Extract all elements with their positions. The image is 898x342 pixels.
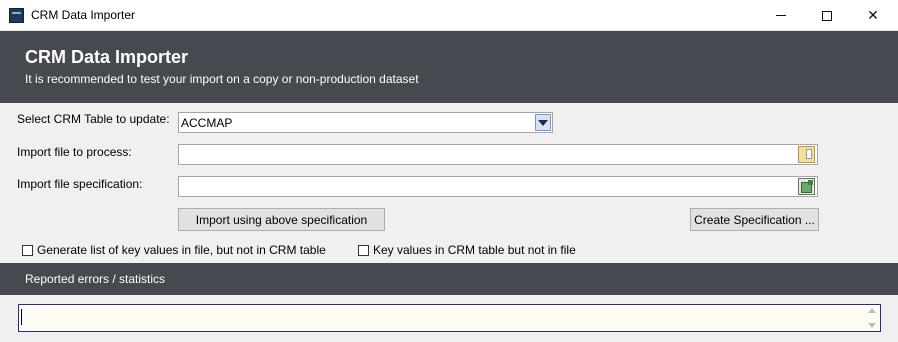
key-values-in-file-checkbox[interactable]: Generate list of key values in file, but… xyxy=(22,243,326,257)
minimize-icon xyxy=(776,15,786,16)
chevron-down-icon[interactable] xyxy=(535,114,551,131)
table-select-value: ACCMAP xyxy=(181,116,233,130)
title-bar: CRM Data Importer ✕ xyxy=(0,0,898,31)
maximize-icon xyxy=(822,10,832,21)
create-specification-button[interactable]: Create Specification ... xyxy=(690,208,819,231)
import-file-label: Import file to process: xyxy=(17,145,132,159)
table-select-label: Select CRM Table to update: xyxy=(17,112,170,126)
checkbox-box[interactable] xyxy=(22,244,33,256)
spec-file-label: Import file specification: xyxy=(17,177,143,191)
errors-title: Reported errors / statistics xyxy=(25,272,166,286)
scroll-down-icon[interactable] xyxy=(867,323,876,328)
spec-file-field[interactable] xyxy=(178,176,818,197)
import-button[interactable]: Import using above specification xyxy=(178,208,385,231)
import-file-field[interactable] xyxy=(178,144,818,165)
header-banner: CRM Data Importer It is recommended to t… xyxy=(0,31,898,103)
app-icon xyxy=(9,8,24,23)
page-subtitle: It is recommended to test your import on… xyxy=(25,72,419,86)
maximize-button[interactable] xyxy=(804,0,850,31)
errors-log-textbox[interactable] xyxy=(18,304,881,332)
close-button[interactable]: ✕ xyxy=(850,0,896,31)
text-cursor xyxy=(21,309,22,325)
errors-log-area xyxy=(0,295,898,342)
checkbox-label: Key values in CRM table but not in file xyxy=(373,243,576,257)
import-form: Select CRM Table to update: ACCMAP Impor… xyxy=(0,103,898,263)
key-values-in-table-checkbox[interactable]: Key values in CRM table but not in file xyxy=(358,243,576,257)
browse-folder-icon[interactable] xyxy=(798,146,815,163)
browse-spec-icon[interactable] xyxy=(798,178,815,195)
minimize-button[interactable] xyxy=(758,0,804,31)
checkbox-label: Generate list of key values in file, but… xyxy=(37,243,326,257)
log-scroll-controls[interactable] xyxy=(867,308,876,328)
close-icon: ✕ xyxy=(867,7,879,24)
checkbox-box[interactable] xyxy=(358,244,369,256)
errors-section-header: Reported errors / statistics xyxy=(0,263,898,295)
page-title: CRM Data Importer xyxy=(25,47,189,67)
table-select[interactable]: ACCMAP xyxy=(178,112,553,133)
scroll-up-icon[interactable] xyxy=(867,308,876,313)
window-title: CRM Data Importer xyxy=(31,8,136,22)
